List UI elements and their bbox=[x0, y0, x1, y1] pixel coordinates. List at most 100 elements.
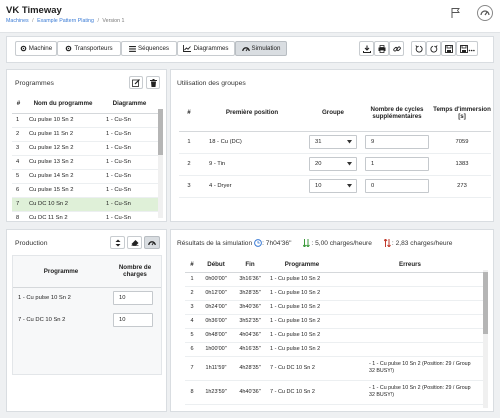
charges-input[interactable]: 10 bbox=[113, 291, 153, 306]
tab-diagrammes[interactable]: Diagrammes bbox=[177, 41, 235, 56]
programme-name: Cu DC 11 Sn 2 bbox=[29, 215, 68, 219]
print-button[interactable] bbox=[374, 41, 389, 56]
save-as-icon bbox=[459, 44, 475, 53]
result-end: 4h28'35" bbox=[239, 365, 261, 371]
tab-transporteurs[interactable]: Transporteurs bbox=[57, 41, 121, 56]
undo-button[interactable] bbox=[411, 41, 426, 56]
programme-row[interactable]: 3 Cu pulse 12 Sn 2 1 - Cu-Sn bbox=[12, 141, 158, 155]
sort-button[interactable] bbox=[110, 236, 125, 249]
group-cycles-cell: 9 bbox=[361, 131, 433, 153]
result-errors bbox=[337, 272, 483, 286]
result-row: 1 0h00'00" 3h16'36" 1 - Cu pulse 10 Sn 2 bbox=[185, 272, 483, 286]
result-end: 3h28'35" bbox=[239, 290, 261, 296]
production-row: 1 - Cu pulse 10 Sn 2 10 bbox=[13, 287, 161, 309]
chevron-down-icon bbox=[347, 184, 352, 188]
programmes-panel: Programmes # Nom du programme Diagramme … bbox=[6, 69, 167, 222]
download-button[interactable] bbox=[359, 41, 374, 56]
programme-row[interactable]: 8 Cu DC 11 Sn 2 1 - Cu-Sn bbox=[12, 211, 158, 219]
tab-transporteurs-label: Transporteurs bbox=[74, 45, 113, 52]
rate-green-icon bbox=[303, 239, 311, 247]
groupes-title: Utilisation des groupes bbox=[177, 80, 246, 87]
undo-icon bbox=[414, 44, 423, 53]
programme-row[interactable]: 2 Cu pulse 11 Sn 2 1 - Cu-Sn bbox=[12, 127, 158, 141]
breadcrumb-item-machines[interactable]: Machines bbox=[6, 18, 29, 24]
group-select[interactable]: 20 bbox=[309, 157, 357, 171]
column-header-programme-name: Nom du programme bbox=[33, 100, 93, 108]
redo-button[interactable] bbox=[426, 41, 441, 56]
results-panel: Résultats de la simulation : 7h04'36" : … bbox=[170, 229, 494, 412]
programme-row[interactable]: 7 Cu DC 10 Sn 2 1 - Cu-Sn bbox=[12, 197, 158, 211]
result-number: 2 bbox=[190, 290, 194, 296]
result-row: 4 0h36'00" 3h52'35" 1 - Cu pulse 10 Sn 2 bbox=[185, 314, 483, 328]
programme-number: 5 bbox=[16, 173, 20, 179]
result-start: 0h00'00" bbox=[205, 276, 227, 282]
result-row: 8 1h23'59" 4h40'36" 7 - Cu DC 10 Sn 2 - 1 - … bbox=[185, 380, 483, 404]
result-errors bbox=[337, 300, 483, 314]
scrollbar-thumb[interactable] bbox=[483, 272, 488, 334]
cycles-input[interactable]: 1 bbox=[365, 157, 429, 171]
results-summary: Résultats de la simulation : 7h04'36" : … bbox=[177, 239, 452, 247]
breadcrumb-separator: / bbox=[32, 18, 34, 24]
column-header-number: # bbox=[190, 261, 194, 269]
group-select[interactable]: 10 bbox=[309, 179, 357, 193]
download-icon bbox=[362, 45, 371, 53]
breadcrumb-separator: / bbox=[97, 18, 99, 24]
programme-diagram: 1 - Cu-Sn bbox=[106, 187, 131, 193]
edit-programme-button[interactable] bbox=[129, 76, 143, 89]
groupes-table-wrapper: # Première position Groupe Nombre de cyc… bbox=[179, 95, 491, 220]
erase-button[interactable] bbox=[127, 236, 142, 249]
breadcrumb-item-machine[interactable]: Example Pattern Plating bbox=[37, 18, 94, 24]
programme-name: Cu DC 10 Sn 2 bbox=[29, 201, 68, 207]
programme-row[interactable]: 5 Cu pulse 14 Sn 2 1 - Cu-Sn bbox=[12, 169, 158, 183]
tab-simulation[interactable]: Simulation bbox=[235, 41, 287, 56]
result-row: 5 0h48'00" 4h04'36" 1 - Cu pulse 10 Sn 2 bbox=[185, 328, 483, 342]
gear-icon bbox=[65, 45, 72, 52]
scrollbar-thumb[interactable] bbox=[158, 109, 163, 155]
flag-icon[interactable] bbox=[450, 7, 462, 19]
programme-row[interactable]: 4 Cu pulse 13 Sn 2 1 - Cu-Sn bbox=[12, 155, 158, 169]
charges-input[interactable]: 10 bbox=[113, 313, 153, 327]
results-rate-green: : 5,00 charges/heure bbox=[311, 239, 372, 247]
dashboard-icon[interactable] bbox=[477, 5, 493, 21]
dashboard-icon bbox=[241, 45, 250, 52]
programme-row[interactable]: 1 Cu pulse 10 Sn 2 1 - Cu-Sn bbox=[12, 113, 158, 127]
cycles-input[interactable]: 9 bbox=[365, 135, 429, 149]
result-errors bbox=[337, 286, 483, 300]
result-end: 4h04'36" bbox=[239, 332, 261, 338]
group-immersion-time: 1383 bbox=[455, 161, 469, 167]
result-end: 4h40'36" bbox=[239, 389, 261, 395]
programme-number: 2 bbox=[16, 131, 20, 137]
group-immersion-time: 7059 bbox=[455, 139, 469, 145]
group-select[interactable]: 31 bbox=[309, 135, 357, 149]
group-row: 3 4 - Dryer 10 0 273 bbox=[179, 175, 491, 197]
app-title: VK Timeway bbox=[6, 5, 62, 16]
result-start: 0h48'00" bbox=[205, 332, 227, 338]
programme-number: 6 bbox=[16, 187, 20, 193]
group-first-position: 18 - Cu (DC) bbox=[209, 139, 242, 145]
column-header-programme: Programme bbox=[43, 267, 79, 275]
programme-diagram: 1 - Cu-Sn bbox=[106, 131, 131, 137]
tab-machine[interactable]: Machine bbox=[15, 41, 57, 56]
programme-row[interactable]: 6 Cu pulse 15 Sn 2 1 - Cu-Sn bbox=[12, 183, 158, 197]
results-scrollbar[interactable] bbox=[483, 270, 488, 408]
group-number: 1 bbox=[187, 139, 191, 145]
production-title: Production bbox=[15, 240, 48, 247]
tab-simulation-label: Simulation bbox=[251, 45, 281, 52]
production-charges-cell: 10 bbox=[109, 287, 161, 309]
run-simulation-button[interactable] bbox=[144, 236, 160, 249]
result-row: 6 1h00'00" 4h16'35" 1 - Cu pulse 10 Sn 2 bbox=[185, 342, 483, 356]
link-button[interactable] bbox=[389, 41, 404, 56]
results-rate-red: : 2,83 charges/heure bbox=[391, 239, 453, 247]
header: VK Timeway Machines / Example Pattern Pl… bbox=[0, 0, 500, 33]
save-as-button[interactable] bbox=[456, 41, 478, 56]
cycles-input[interactable]: 0 bbox=[365, 179, 429, 193]
delete-programme-button[interactable] bbox=[146, 76, 160, 89]
programmes-scrollbar[interactable] bbox=[158, 109, 163, 218]
result-start: 1h23'59" bbox=[205, 389, 227, 395]
tab-sequences[interactable]: Séquences bbox=[121, 41, 177, 56]
column-header-diagram: Diagramme bbox=[112, 100, 147, 108]
result-end: 3h52'35" bbox=[239, 318, 261, 324]
result-end: 3h16'36" bbox=[239, 276, 261, 282]
save-button[interactable] bbox=[441, 41, 456, 56]
programme-number: 7 bbox=[16, 201, 20, 207]
